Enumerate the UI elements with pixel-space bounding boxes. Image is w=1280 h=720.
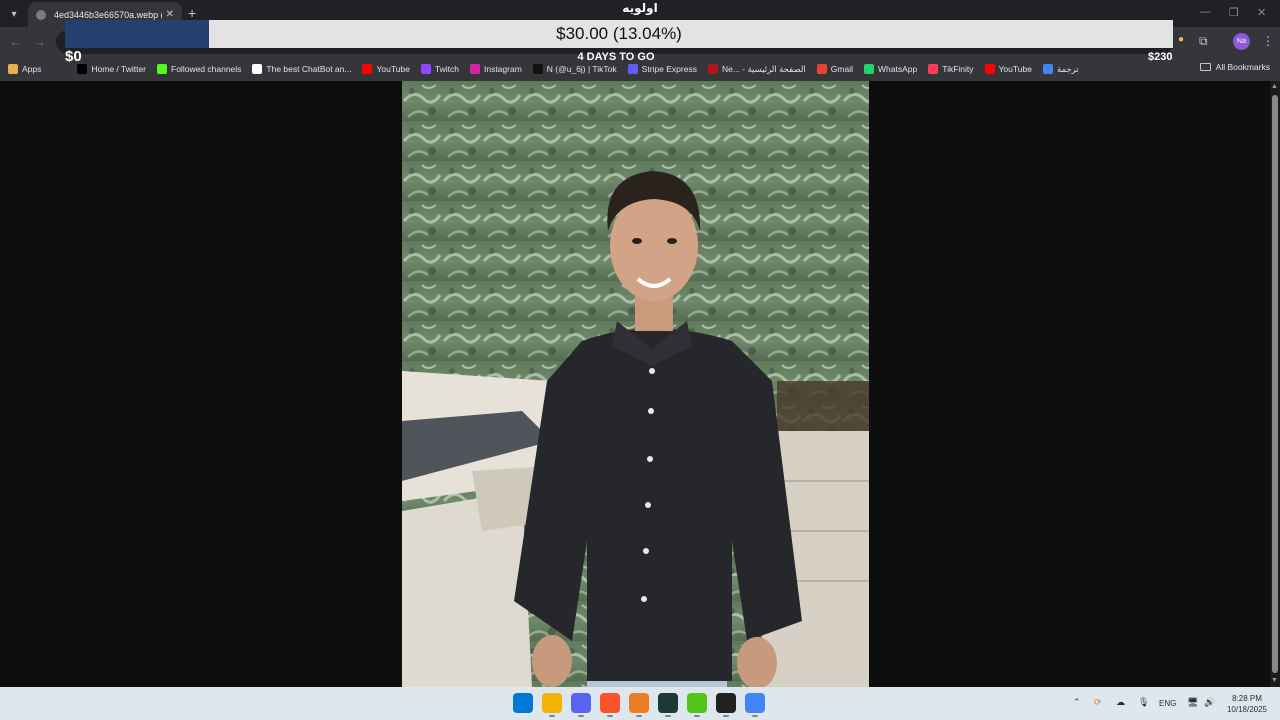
bookmark-label: Stripe Express xyxy=(641,64,697,74)
forward-button[interactable]: → xyxy=(33,34,46,49)
youtube-icon xyxy=(984,64,995,74)
bookmark-10[interactable]: Ne... - الصفحة الرئيسية xyxy=(707,63,806,75)
bookmark-label: YouTube xyxy=(998,64,1032,74)
app-green-icon[interactable] xyxy=(687,693,707,717)
chrome-icon[interactable] xyxy=(745,693,765,717)
bookmark-label: WhatsApp xyxy=(877,64,918,74)
goal-max-label: $230 xyxy=(1148,51,1173,63)
browser-menu-icon[interactable]: ⋮ xyxy=(1262,34,1274,48)
tray-cloud-icon[interactable]: ☁ xyxy=(1116,697,1125,708)
tray-sync-icon[interactable]: ⟳ xyxy=(1094,697,1102,708)
extensions-puzzle-icon[interactable]: ⧉ xyxy=(1199,34,1208,49)
x-logo-icon xyxy=(77,64,88,74)
bookmark-label: N (@u_6j) | TikTok xyxy=(546,64,617,74)
tikfinity-icon xyxy=(928,64,939,74)
bookmark-15[interactable]: ترجمة xyxy=(1042,63,1079,75)
running-indicator xyxy=(549,715,555,717)
discord-icon[interactable] xyxy=(571,693,591,717)
bookmark-label: Home / Twitter xyxy=(91,64,147,74)
terminal-icon[interactable] xyxy=(658,693,678,717)
extension-icon[interactable]: ● xyxy=(1178,34,1184,45)
bookmark-red-icon xyxy=(707,64,718,74)
back-button[interactable]: ← xyxy=(9,34,22,49)
bookmark-6[interactable]: Twitch xyxy=(420,64,459,74)
language-indicator[interactable]: ENG xyxy=(1159,699,1176,708)
clock-date: 10/18/2025 xyxy=(1226,705,1268,714)
bookmark-0[interactable]: Apps xyxy=(8,64,41,74)
bookmark-label: The best ChatBot an... xyxy=(266,64,352,74)
gmail-icon xyxy=(816,64,827,74)
twitch-icon xyxy=(420,64,431,74)
bookmark-12[interactable]: WhatsApp xyxy=(863,64,918,74)
tray-volume-icon[interactable]: 🔊 xyxy=(1204,697,1215,708)
bookmark-label: ترجمة xyxy=(1056,63,1079,74)
clock-time: 8:28 PM xyxy=(1232,694,1262,703)
image-viewer xyxy=(0,81,1270,687)
taskbar-clock[interactable]: 8:28 PM 10/18/2025 xyxy=(1224,693,1270,715)
bookmark-13[interactable]: TikFinity xyxy=(928,64,974,74)
running-indicator xyxy=(665,715,671,717)
bookmark-label: Ne... - الصفحة الرئيسية xyxy=(721,63,806,74)
bookmark-3[interactable]: Followed channels xyxy=(157,64,241,74)
bookmark-2[interactable]: Home / Twitter xyxy=(77,64,146,74)
running-indicator xyxy=(723,715,729,717)
goal-amount-text: $30.00 (13.04%) xyxy=(556,24,682,43)
running-indicator xyxy=(694,715,700,717)
bookmark-9[interactable]: Stripe Express xyxy=(627,64,697,74)
all-bookmarks-label: All Bookmarks xyxy=(1215,62,1270,72)
stripe-icon xyxy=(627,64,638,74)
bookmark-8[interactable]: N (@u_6j) | TikTok xyxy=(532,64,617,74)
bookmark-label: TikFinity xyxy=(942,64,974,74)
bookmark-label: Followed channels xyxy=(171,64,242,74)
photo-illustration xyxy=(402,81,869,687)
all-bookmarks-button[interactable]: All Bookmarks xyxy=(1199,62,1270,72)
vertical-scrollbar[interactable]: ▲ ▼ xyxy=(1270,81,1280,687)
kick-logo-icon xyxy=(157,64,168,74)
goal-progress-bar: $30.00 (13.04%) xyxy=(65,20,1173,48)
tray-microphone-icon[interactable]: 🎙 xyxy=(1138,697,1149,708)
brave-icon[interactable] xyxy=(600,693,620,717)
app-orange-icon[interactable] xyxy=(629,693,649,717)
whatsapp-icon xyxy=(863,64,874,74)
obs-icon[interactable] xyxy=(716,693,736,717)
bookmark-5[interactable]: YouTube xyxy=(362,64,410,74)
running-indicator xyxy=(607,715,613,717)
windows-taskbar: ⌃ ⟳ ☁ 🎙 ENG 🖥 🔊 8:28 PM 10/18/2025 xyxy=(0,687,1280,720)
instagram-icon xyxy=(469,64,480,74)
bookmark-label: Gmail xyxy=(830,64,853,74)
tray-overflow-icon[interactable]: ⌃ xyxy=(1073,697,1081,708)
file-explorer-icon[interactable] xyxy=(542,693,562,717)
profile-avatar[interactable]: Na xyxy=(1233,33,1250,50)
folder-icon xyxy=(1199,63,1211,71)
apps-grid-icon xyxy=(8,64,18,74)
bookmark-1[interactable] xyxy=(52,64,66,74)
bookmark-label: Apps xyxy=(22,64,42,74)
bookmark-7[interactable]: Instagram xyxy=(469,64,522,74)
bookmark-14[interactable]: YouTube xyxy=(984,64,1032,74)
bookmark-11[interactable]: Gmail xyxy=(816,64,853,74)
scrollbar-thumb[interactable] xyxy=(1272,95,1278,673)
start-icon[interactable] xyxy=(513,693,533,713)
running-indicator xyxy=(752,715,758,717)
displayed-photo[interactable] xyxy=(402,81,869,687)
running-indicator xyxy=(636,715,642,717)
diamond-icon xyxy=(252,64,263,74)
scroll-up-icon[interactable]: ▲ xyxy=(1271,83,1278,90)
translate-icon xyxy=(1042,64,1053,74)
goal-days-remaining: 4 DAYS TO GO xyxy=(577,51,655,63)
bookmark-label: YouTube xyxy=(376,64,410,74)
bookmark-label: Instagram xyxy=(483,64,522,74)
scroll-down-icon[interactable]: ▼ xyxy=(1271,677,1278,684)
bookmark-label: Twitch xyxy=(434,64,459,74)
bookmark-4[interactable]: The best ChatBot an... xyxy=(252,64,351,74)
tiktok-icon xyxy=(532,64,543,74)
running-indicator xyxy=(578,715,584,717)
overlay-title: اولويه xyxy=(622,1,658,15)
grid-icon xyxy=(52,64,63,74)
tray-network-icon[interactable]: 🖥 xyxy=(1187,697,1198,708)
youtube-icon xyxy=(362,64,373,74)
